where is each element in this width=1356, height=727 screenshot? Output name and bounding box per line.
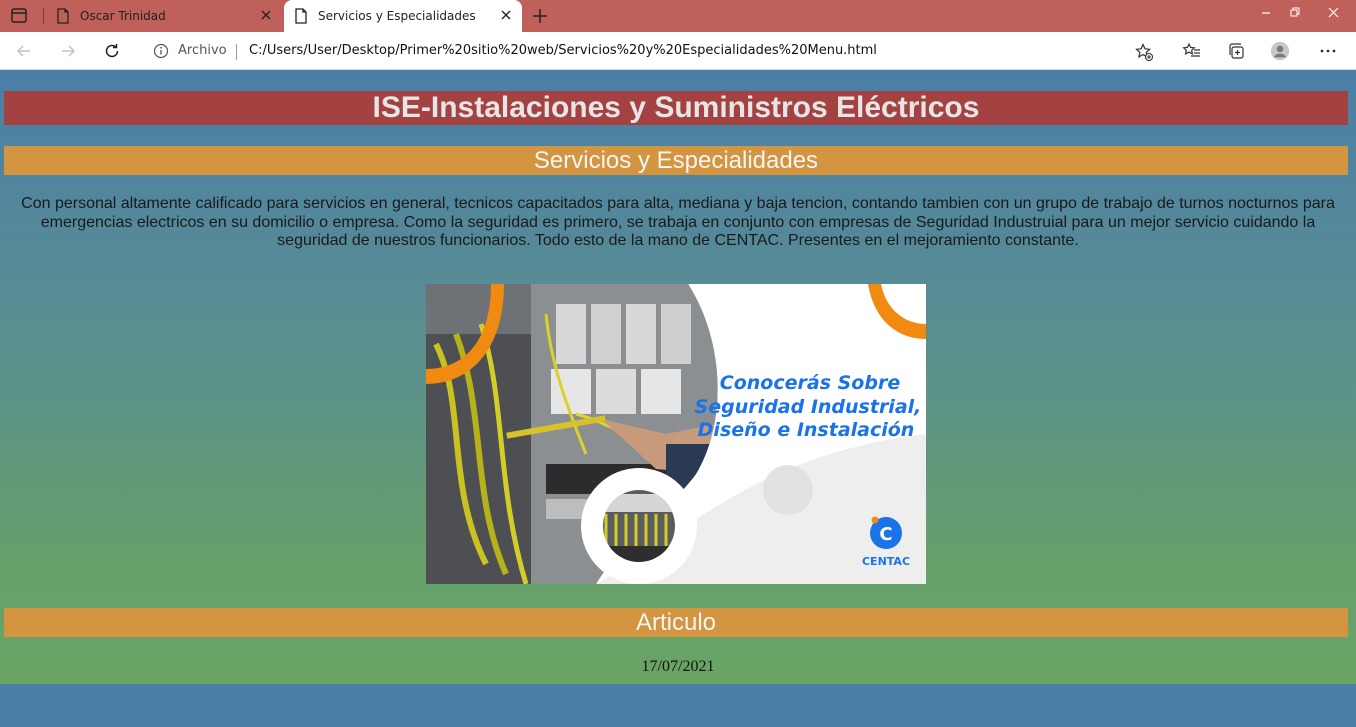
banner-headline-line: Diseño e Instalación — [698, 419, 915, 441]
centac-logo-text: CENTAC — [862, 555, 910, 568]
page-footer-area — [0, 684, 1356, 727]
avatar-icon — [1270, 41, 1290, 61]
favorites-icon — [1182, 42, 1200, 57]
profile-button[interactable] — [1270, 41, 1290, 61]
page-content: ISE-Instalaciones y Suministros Eléctric… — [0, 71, 1356, 684]
browser-toolbar: Archivo C:/Users/User/Desktop/Primer%20s… — [0, 32, 1356, 70]
tab-divider — [43, 8, 44, 24]
article-date: 17/07/2021 — [641, 658, 715, 675]
tab-servicios[interactable]: Servicios y Especialidades — [284, 0, 522, 32]
arrow-left-icon — [16, 45, 30, 57]
restore-icon — [1290, 7, 1300, 17]
services-heading: Servicios y Especialidades — [4, 146, 1348, 175]
banner-headline-line: Seguridad Industrial, — [695, 396, 922, 418]
tab-title: Servicios y Especialidades — [318, 9, 476, 23]
reload-icon — [105, 44, 119, 58]
address-bar[interactable]: Archivo C:/Users/User/Desktop/Primer%20s… — [140, 36, 1164, 66]
services-description: Con personal altamente calificado para s… — [21, 195, 1335, 249]
plus-icon — [533, 9, 547, 23]
centac-banner-image: Conocerás Sobre Seguridad Industrial, Di… — [426, 284, 926, 584]
centac-logo-letter: C — [879, 524, 892, 545]
tab-title: Oscar Trinidad — [80, 9, 166, 23]
tab-actions-button[interactable] — [8, 6, 30, 26]
collections-button[interactable] — [1226, 41, 1246, 61]
collections-icon — [1229, 43, 1244, 59]
tab-actions-icon — [11, 8, 27, 23]
restore-button[interactable] — [1284, 0, 1306, 24]
article-heading: Articulo — [4, 608, 1348, 637]
minimize-icon — [1262, 12, 1270, 14]
arrow-right-icon — [62, 45, 76, 57]
security-label: Archivo — [178, 43, 227, 58]
close-icon[interactable] — [500, 9, 512, 24]
tab-oscar-trinidad[interactable]: Oscar Trinidad — [46, 0, 282, 32]
more-icon — [1320, 49, 1336, 53]
page-icon — [56, 8, 70, 27]
info-icon[interactable] — [153, 43, 169, 64]
page-icon — [294, 8, 308, 27]
favorites-button[interactable] — [1182, 41, 1202, 61]
forward-button[interactable] — [58, 41, 78, 61]
banner-headline-line: Conocerás Sobre — [720, 372, 901, 394]
url-separator — [236, 44, 237, 60]
url-text[interactable]: C:/Users/User/Desktop/Primer%20sitio%20w… — [249, 43, 877, 58]
add-favorite-icon[interactable] — [1134, 42, 1154, 67]
window-close-button[interactable] — [1310, 0, 1356, 24]
reload-button[interactable] — [102, 41, 122, 61]
minimize-button[interactable] — [1255, 0, 1277, 24]
close-icon[interactable] — [260, 9, 272, 24]
back-button[interactable] — [14, 41, 34, 61]
site-title: ISE-Instalaciones y Suministros Eléctric… — [4, 91, 1348, 125]
new-tab-button[interactable] — [530, 6, 550, 26]
close-icon — [1328, 7, 1338, 17]
banner-headline: Conocerás Sobre Seguridad Industrial, Di… — [695, 372, 922, 441]
more-options-button[interactable] — [1318, 41, 1338, 61]
tab-strip: Oscar Trinidad Servicios y Especialidade… — [0, 0, 1356, 32]
